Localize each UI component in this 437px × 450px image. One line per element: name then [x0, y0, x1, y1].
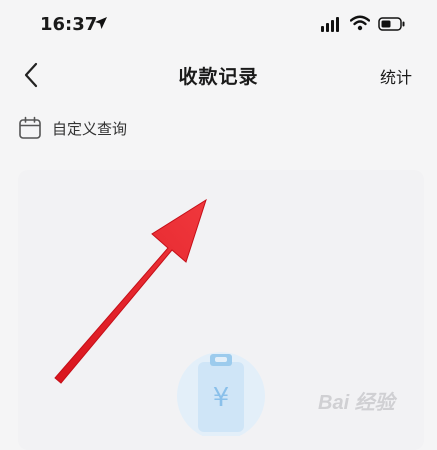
- wifi-icon: [350, 15, 370, 31]
- custom-query-label[interactable]: 自定义查询: [52, 118, 127, 139]
- yen-symbol: ¥: [213, 383, 230, 413]
- watermark-logo: Bai 经验: [318, 392, 395, 414]
- custom-query-row[interactable]: 自定义查询: [0, 104, 437, 152]
- page-title: 收款记录: [178, 66, 259, 88]
- signal-icon: [321, 16, 339, 32]
- location-arrow-icon: [95, 17, 107, 29]
- clipboard-yen-icon: ¥: [177, 352, 265, 436]
- battery-icon: [378, 17, 405, 31]
- status-time: 16:37: [40, 14, 98, 35]
- nav-bar: 收款记录 统计: [0, 50, 437, 100]
- calendar-icon: [19, 116, 41, 139]
- statistics-button[interactable]: 统计: [380, 64, 412, 88]
- status-bar: 16:37: [0, 0, 437, 50]
